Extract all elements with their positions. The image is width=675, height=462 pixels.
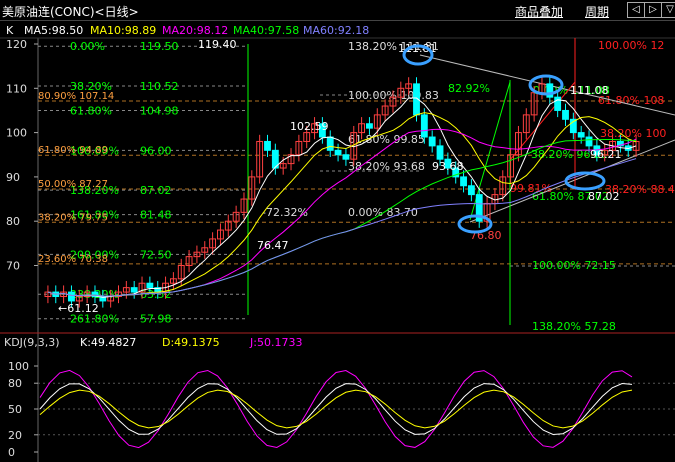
kdj-axis-label: 0 (8, 446, 15, 459)
fib-left-val: 81.48 (140, 209, 172, 222)
candle-body (326, 136, 334, 151)
fib-orange-label: 61.80% 94.89 (38, 145, 108, 156)
price-axis-label: 80 (6, 215, 20, 228)
fib-red-label: 100.00% 12 (598, 39, 664, 52)
candle-body (460, 176, 467, 187)
price-axis-label: 70 (6, 260, 20, 273)
price-marker-label: 111.08 (570, 84, 609, 97)
candle-body (264, 140, 271, 151)
candle-body (420, 114, 428, 138)
fib-red-label: 38.20% 100 (600, 127, 666, 140)
fib-right-label: 138.20% 57.28 (532, 320, 616, 333)
fib-left-val: 72.50 (140, 248, 172, 261)
fib-left-val: 87.02 (140, 184, 172, 197)
candle-body (68, 291, 75, 302)
fib-right-label: 82.92% (448, 82, 490, 95)
fib-right-label: 100.00% 72.15 (532, 259, 616, 272)
candle-body (585, 136, 593, 147)
ma40-line (47, 138, 637, 297)
kdj-axis-label: 20 (8, 429, 22, 442)
price-marker-label: 119.40 (198, 38, 237, 51)
fib-left-val: 110.52 (140, 80, 179, 93)
price-axis-label: 100 (6, 127, 27, 140)
fib-orange-label: 80.90% 107.14 (38, 91, 114, 102)
price-marker-label: 87.02 (588, 190, 620, 203)
candle-body (334, 149, 342, 156)
price-axis-label: 110 (6, 82, 27, 95)
candle-body (436, 145, 444, 160)
candle-body (562, 109, 569, 120)
candle-body (577, 132, 585, 138)
ma60-line (47, 158, 637, 297)
price-marker-label: 96.21 (590, 148, 622, 161)
candle-body (554, 96, 562, 111)
kdj-axis-label: 100 (8, 360, 29, 373)
price-marker-label: 102.59 (290, 120, 329, 133)
price-axis-label: 120 (6, 38, 27, 51)
candle-body (467, 185, 475, 196)
price-marker-label: 93.68 (432, 160, 464, 173)
fib-orange-label: 50.00% 87.27 (38, 179, 108, 190)
kdj-axis-label: 50 (8, 403, 22, 416)
candle-body (130, 287, 138, 293)
fib-mid-label: -72.32% (262, 206, 308, 219)
fib-left-val: 57.98 (140, 313, 172, 326)
candle-body (428, 136, 436, 147)
price-axis-label: 90 (6, 171, 20, 184)
candle-body (366, 123, 373, 129)
candle-body (146, 282, 154, 289)
fib-left-pct: 0.00% (70, 40, 105, 53)
candlestick-chart[interactable]: 120 110 100 90 80 70 100 80 50 20 0 0.00% 119.50 38.2… (0, 0, 675, 462)
kdj-axis-label: 80 (8, 377, 22, 390)
fib-left-pct: 61.80% (70, 105, 112, 118)
fib-left-val: 104.98 (140, 105, 179, 118)
fib-orange-label: 23.60% 70.38 (38, 254, 108, 265)
fib-mid-label: 61.80% 99.85 (348, 133, 425, 146)
price-marker-label: 76.47 (257, 239, 289, 252)
price-marker-label: ←61.12 (58, 302, 99, 315)
fib-left-val: 119.50 (140, 40, 179, 53)
fib-orange-label: 38.20% 79.75 (38, 212, 108, 223)
candle-body (342, 154, 350, 160)
